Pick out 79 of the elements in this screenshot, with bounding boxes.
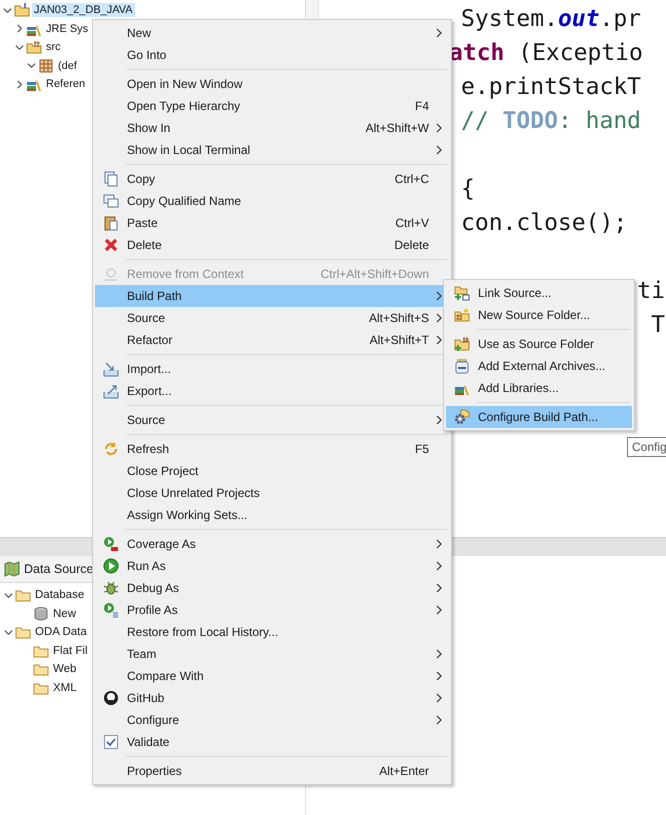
menu-item[interactable]: Show in Local Terminal bbox=[95, 139, 449, 161]
tree-item[interactable]: Flat Fil bbox=[51, 644, 90, 658]
tree-item[interactable]: XML bbox=[51, 680, 79, 695]
code-line: System.out.pr bbox=[461, 6, 642, 32]
code-line: atch (Exceptio bbox=[449, 40, 643, 66]
menu-item[interactable]: Use as Source Folder bbox=[446, 333, 632, 355]
menu-item[interactable]: Validate bbox=[95, 731, 449, 753]
menu-item[interactable]: Close Project bbox=[95, 460, 449, 482]
menu-item[interactable]: Coverage As bbox=[95, 533, 449, 555]
code-line: // TODO: hand bbox=[461, 108, 642, 134]
check-icon bbox=[102, 734, 118, 750]
run-icon bbox=[102, 558, 118, 574]
import-icon bbox=[102, 361, 118, 377]
copy-icon bbox=[102, 171, 118, 187]
menu-item[interactable]: Open in New Window bbox=[95, 73, 449, 95]
code-line: T bbox=[651, 312, 665, 338]
menu-item[interactable]: Add Libraries... bbox=[446, 377, 632, 399]
package-folder-icon bbox=[454, 307, 470, 323]
code-line: { bbox=[461, 176, 475, 202]
database-icon bbox=[33, 606, 49, 622]
package-folder-icon bbox=[454, 336, 470, 352]
menu-item[interactable]: Restore from Local History... bbox=[95, 621, 449, 643]
export-icon bbox=[102, 383, 118, 399]
menu-item[interactable]: Link Source... bbox=[446, 282, 632, 304]
menu-item[interactable]: Go Into bbox=[95, 44, 449, 66]
link-folder-icon bbox=[454, 285, 470, 301]
code-line: ti bbox=[637, 278, 665, 304]
menu-item[interactable]: Close Unrelated Projects bbox=[95, 482, 449, 504]
menu-item[interactable]: Team bbox=[95, 643, 449, 665]
menu-item[interactable]: Configure Build Path... bbox=[446, 406, 632, 428]
menu-item[interactable]: New bbox=[95, 22, 449, 44]
tree-item[interactable]: JRE Sys bbox=[44, 22, 90, 36]
menu-item[interactable]: Properties Alt+Enter bbox=[95, 760, 449, 782]
menu-item[interactable]: Compare With bbox=[95, 665, 449, 687]
refresh-icon bbox=[102, 441, 118, 457]
remove-icon bbox=[102, 266, 118, 282]
profile-icon bbox=[102, 602, 118, 618]
menu-item[interactable]: Import... bbox=[95, 358, 449, 380]
tree-item[interactable]: Database bbox=[33, 588, 86, 602]
menu-item[interactable]: Add External Archives... bbox=[446, 355, 632, 377]
menu-item[interactable]: New Source Folder... bbox=[446, 304, 632, 326]
tree-item[interactable]: New bbox=[51, 606, 78, 621]
x-icon bbox=[102, 237, 118, 253]
menu-item[interactable]: Delete Delete bbox=[95, 234, 449, 256]
gear-icon bbox=[454, 409, 470, 425]
menu-item[interactable]: Export... bbox=[95, 380, 449, 402]
menu-item[interactable]: Copy Ctrl+C bbox=[95, 168, 449, 190]
tree-item[interactable]: Referen bbox=[44, 77, 88, 92]
menu-item[interactable]: GitHub bbox=[95, 687, 449, 709]
menu-item[interactable]: Open Type Hierarchy F4 bbox=[95, 95, 449, 117]
code-line: e.printStackT bbox=[461, 74, 642, 100]
clipboard-icon bbox=[102, 215, 118, 231]
menu-item[interactable]: Configure bbox=[95, 709, 449, 731]
menu-item[interactable]: Refactor Alt+Shift+T bbox=[95, 329, 449, 351]
menu-item[interactable]: Assign Working Sets... bbox=[95, 504, 449, 526]
tree-item[interactable]: Web bbox=[51, 662, 78, 676]
menu-item[interactable]: Paste Ctrl+V bbox=[95, 212, 449, 234]
package-icon bbox=[38, 58, 54, 74]
package-folder-icon bbox=[26, 39, 42, 56]
menu-item[interactable]: Refresh F5 bbox=[95, 438, 449, 460]
tree-item[interactable]: src bbox=[44, 40, 63, 54]
menu-item[interactable]: Copy Qualified Name bbox=[95, 190, 449, 212]
code-line: con.close(); bbox=[461, 210, 628, 236]
tree-item[interactable]: ODA Data bbox=[33, 625, 89, 640]
bug-icon bbox=[102, 580, 118, 596]
menu-item[interactable]: Run As bbox=[95, 555, 449, 577]
tooltip: Config bbox=[627, 437, 666, 457]
coverage-icon bbox=[102, 536, 118, 552]
copy-icon bbox=[102, 193, 118, 209]
folder-icon bbox=[14, 2, 30, 18]
menu-item[interactable]: Debug As bbox=[95, 577, 449, 599]
jar-icon bbox=[454, 358, 470, 374]
menu-item[interactable]: Source bbox=[95, 409, 449, 431]
menu-item[interactable]: Show In Alt+Shift+W bbox=[95, 117, 449, 139]
map-icon bbox=[4, 561, 20, 577]
menu-item[interactable]: Source Alt+Shift+S bbox=[95, 307, 449, 329]
tree-item[interactable]: (def bbox=[56, 58, 79, 73]
tree-item[interactable]: JAN03_2_DB_JAVA bbox=[32, 3, 135, 18]
menu-item[interactable]: Profile As bbox=[95, 599, 449, 621]
